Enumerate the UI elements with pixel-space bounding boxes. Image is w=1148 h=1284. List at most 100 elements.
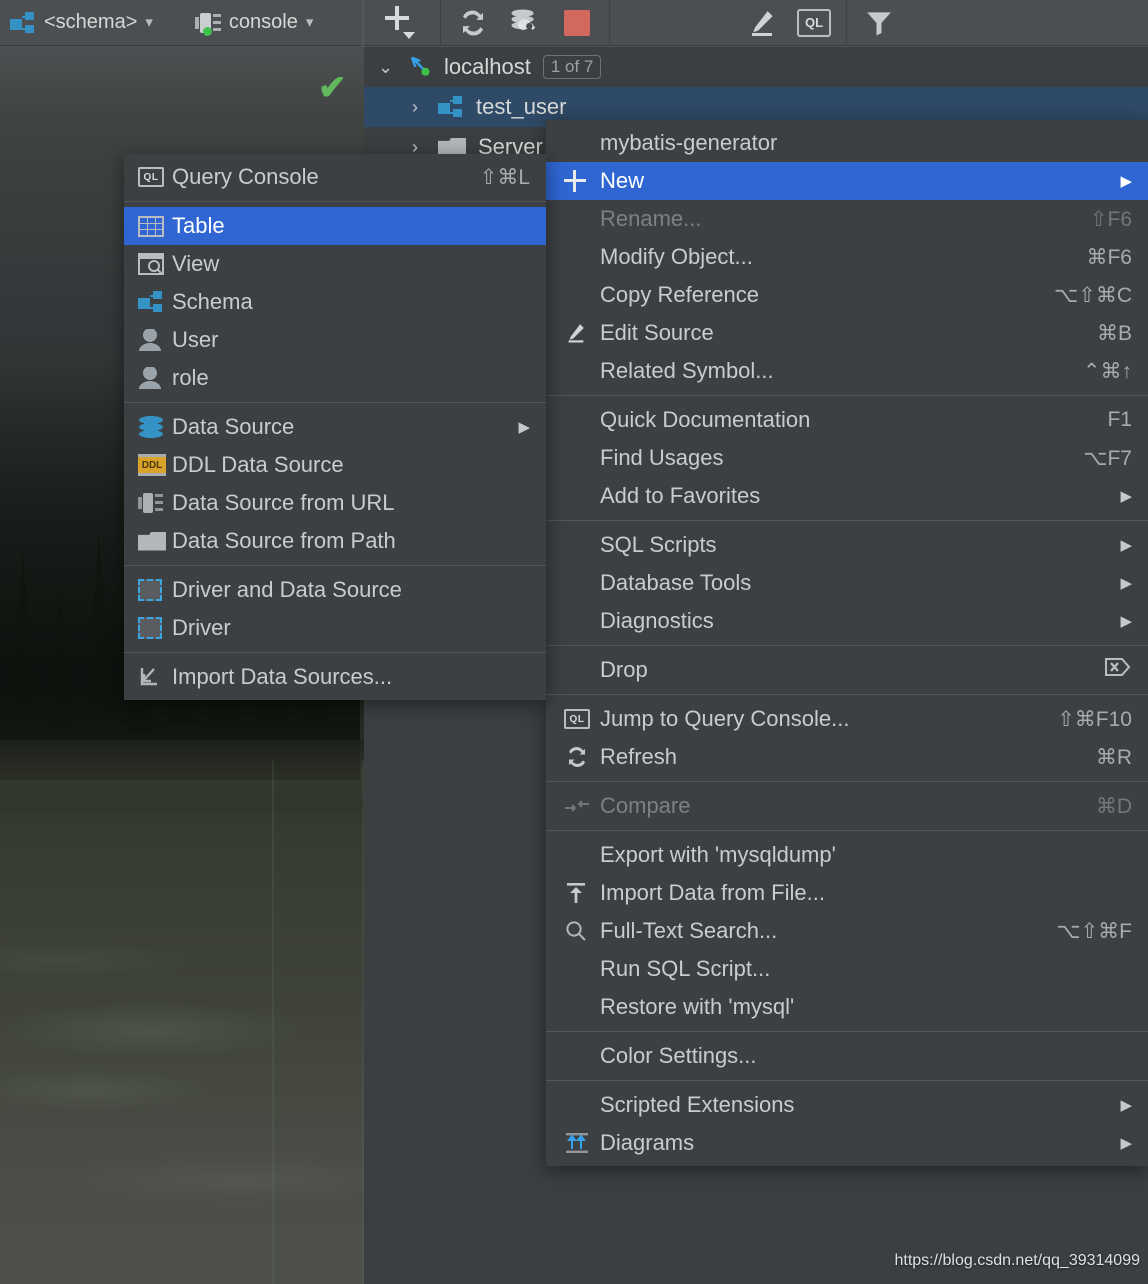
ql-icon: QL — [564, 709, 600, 729]
menu-label: View — [172, 251, 530, 277]
menu-label: Export with 'mysqldump' — [600, 842, 1132, 868]
menu-separator — [546, 830, 1148, 831]
menu-item-quick-documentation[interactable]: Quick Documentation F1 — [546, 401, 1148, 439]
menu-item-data-source-from-url[interactable]: Data Source from URL — [124, 484, 546, 522]
console-selector[interactable]: console ▾ — [185, 0, 323, 46]
menu-item-role[interactable]: role — [124, 359, 546, 397]
menu-separator — [546, 520, 1148, 521]
menu-item-jump-to-query-console[interactable]: QL Jump to Query Console... ⇧⌘F10 — [546, 700, 1148, 738]
add-button[interactable] — [364, 0, 434, 46]
menu-shortcut: ⌘D — [1096, 794, 1132, 819]
success-check-icon: ✔ — [318, 68, 347, 108]
menu-label: Modify Object... — [600, 244, 1058, 270]
menu-item-driver[interactable]: Driver — [124, 609, 546, 647]
context-menu[interactable]: mybatis-generator New ▶ Rename... ⇧F6 Mo… — [546, 120, 1148, 1166]
menu-shortcut: ⌥F7 — [1083, 446, 1132, 471]
menu-item-query-console[interactable]: QL Query Console ⇧⌘L — [124, 158, 546, 196]
menu-item-modify-object[interactable]: Modify Object... ⌘F6 — [546, 238, 1148, 276]
stop-button[interactable] — [551, 0, 603, 46]
menu-label: Schema — [172, 289, 530, 315]
menu-item-user[interactable]: User — [124, 321, 546, 359]
menu-shortcut: ⇧⌘F10 — [1057, 707, 1132, 732]
chevron-down-icon: ▾ — [306, 15, 314, 30]
menu-label: Data Source from Path — [172, 528, 530, 554]
menu-item-schema[interactable]: Schema — [124, 283, 546, 321]
menu-label: New — [600, 168, 1096, 194]
submenu-arrow-icon: ▶ — [1120, 487, 1132, 505]
driver-icon — [138, 579, 172, 601]
menu-item-copy-reference[interactable]: Copy Reference ⌥⇧⌘C — [546, 276, 1148, 314]
chevron-right-icon[interactable]: › — [412, 97, 438, 118]
schema-icon — [10, 12, 36, 34]
menu-separator — [124, 565, 546, 566]
menu-item-driver-and-data-source[interactable]: Driver and Data Source — [124, 571, 546, 609]
tree-badge-count: 1 of 7 — [543, 55, 602, 79]
menu-label: Quick Documentation — [600, 407, 1079, 433]
menu-item-full-text-search[interactable]: Full-Text Search... ⌥⇧⌘F — [546, 912, 1148, 950]
edit-source-button[interactable] — [736, 0, 788, 46]
menu-item-import-data-sources[interactable]: Import Data Sources... — [124, 658, 546, 696]
new-submenu[interactable]: QL Query Console ⇧⌘L Table View — [124, 154, 546, 700]
submenu-arrow-icon: ▶ — [1120, 172, 1132, 190]
menu-label: Color Settings... — [600, 1043, 1132, 1069]
console-icon — [195, 13, 221, 33]
tree-row-localhost[interactable]: ⌄ localhost 1 of 7 — [364, 47, 1148, 87]
menu-item-database-tools[interactable]: Database Tools ▶ — [546, 564, 1148, 602]
menu-item-export-with-mysqldump[interactable]: Export with 'mysqldump' — [546, 836, 1148, 874]
console-selector-label: console — [229, 11, 298, 34]
menu-item-run-sql-script[interactable]: Run SQL Script... — [546, 950, 1148, 988]
schema-selector[interactable]: <schema> ▾ — [0, 0, 163, 46]
menu-separator — [124, 652, 546, 653]
filter-button[interactable] — [853, 0, 905, 46]
menu-item-data-source-from-path[interactable]: Data Source from Path — [124, 522, 546, 560]
submenu-arrow-icon: ▶ — [1120, 612, 1132, 630]
driver-icon — [138, 617, 172, 639]
menu-label: Table — [172, 213, 530, 239]
menu-item-related-symbol[interactable]: Related Symbol... ⌃⌘↑ — [546, 352, 1148, 390]
menu-item-drop[interactable]: Drop — [546, 651, 1148, 689]
menu-item-ddl-data-source[interactable]: DDL DDL Data Source — [124, 446, 546, 484]
plus-icon — [564, 170, 600, 192]
menu-separator — [546, 1080, 1148, 1081]
ddl-icon: DDL — [138, 454, 172, 476]
menu-item-data-source[interactable]: Data Source ▶ — [124, 408, 546, 446]
plug-icon — [138, 493, 172, 513]
query-console-button[interactable]: QL — [788, 0, 840, 46]
menu-item-view[interactable]: View — [124, 245, 546, 283]
menu-item-scripted-extensions[interactable]: Scripted Extensions ▶ — [546, 1086, 1148, 1124]
menu-item-color-settings[interactable]: Color Settings... — [546, 1037, 1148, 1075]
schema-icon — [438, 96, 464, 118]
funnel-icon — [864, 8, 894, 38]
refresh-icon — [564, 745, 600, 769]
diagram-icon — [564, 1132, 600, 1154]
menu-item-add-to-favorites[interactable]: Add to Favorites ▶ — [546, 477, 1148, 515]
tree-label-test-user: test_user — [476, 94, 567, 120]
drop-tag-icon — [1104, 656, 1132, 684]
stop-square-icon — [564, 10, 590, 36]
menu-item-restore-with-mysql[interactable]: Restore with 'mysql' — [546, 988, 1148, 1026]
database-tools-button[interactable] — [499, 0, 551, 46]
chevron-down-icon: ▾ — [145, 15, 153, 30]
menu-label: Import Data Sources... — [172, 664, 530, 690]
menu-shortcut: ⇧F6 — [1090, 207, 1132, 232]
pencil-icon — [564, 322, 600, 344]
ql-icon: QL — [797, 9, 831, 37]
folder-icon — [138, 532, 172, 551]
menu-item-edit-source[interactable]: Edit Source ⌘B — [546, 314, 1148, 352]
menu-item-diagrams[interactable]: Diagrams ▶ — [546, 1124, 1148, 1162]
refresh-button[interactable] — [447, 0, 499, 46]
menu-separator — [546, 694, 1148, 695]
menu-label: Edit Source — [600, 320, 1069, 346]
menu-item-diagnostics[interactable]: Diagnostics ▶ — [546, 602, 1148, 640]
menu-item-table[interactable]: Table — [124, 207, 546, 245]
submenu-arrow-icon: ▶ — [1120, 1096, 1132, 1114]
menu-item-mybatis-generator[interactable]: mybatis-generator — [546, 124, 1148, 162]
plus-icon — [379, 6, 419, 40]
menu-item-sql-scripts[interactable]: SQL Scripts ▶ — [546, 526, 1148, 564]
search-icon — [564, 920, 600, 942]
menu-item-find-usages[interactable]: Find Usages ⌥F7 — [546, 439, 1148, 477]
chevron-down-icon[interactable]: ⌄ — [378, 57, 404, 78]
menu-item-import-data-from-file[interactable]: Import Data from File... — [546, 874, 1148, 912]
menu-item-new[interactable]: New ▶ — [546, 162, 1148, 200]
menu-item-refresh[interactable]: Refresh ⌘R — [546, 738, 1148, 776]
